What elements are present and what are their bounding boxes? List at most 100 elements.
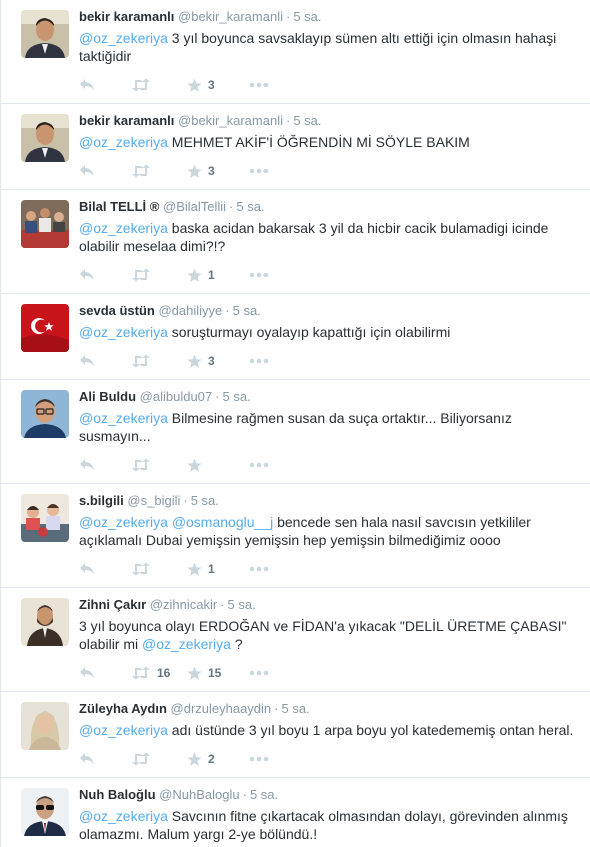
separator-dot: · — [242, 787, 247, 802]
user-handle[interactable]: @bekir_karamanli — [178, 9, 283, 24]
user-handle[interactable]: @zihnicakir — [150, 597, 217, 612]
tweet-header: Nuh Baloğlu @NuhBaloglu · 5 sa. — [79, 787, 578, 803]
user-handle[interactable]: @dahiliyye — [158, 303, 222, 318]
retweet-button[interactable] — [131, 164, 187, 178]
more-button[interactable] — [249, 670, 269, 676]
tweet-header: bekir karamanlı @bekir_karamanli · 5 sa. — [79, 113, 578, 129]
more-button[interactable] — [249, 272, 269, 278]
mention-link[interactable]: @oz_zekeriya — [79, 220, 168, 236]
retweet-icon — [131, 354, 151, 368]
reply-button[interactable] — [79, 562, 131, 576]
user-name[interactable]: s.bilgili — [79, 493, 124, 508]
retweet-button[interactable] — [131, 458, 187, 472]
mention-link[interactable]: @oz_zekeriya — [79, 30, 168, 46]
reply-button[interactable] — [79, 752, 131, 766]
avatar[interactable] — [21, 200, 69, 248]
user-name[interactable]: sevda üstün — [79, 303, 155, 318]
user-name[interactable]: Nuh Baloğlu — [79, 787, 156, 802]
retweet-icon — [131, 164, 151, 178]
mention-link[interactable]: @oz_zekeriya — [79, 514, 168, 530]
user-handle[interactable]: @drzuleyhaaydin — [171, 701, 272, 716]
mention-link[interactable]: @oz_zekeriya — [79, 808, 168, 824]
timestamp[interactable]: 5 sa. — [228, 597, 256, 612]
tweet-header: Züleyha Aydın @drzuleyhaaydin · 5 sa. — [79, 701, 578, 717]
favorite-button[interactable]: 15 — [187, 666, 249, 681]
timestamp[interactable]: 5 sa. — [293, 9, 321, 24]
tweet-header: sevda üstün @dahiliyye · 5 sa. — [79, 303, 578, 319]
retweet-button[interactable] — [131, 268, 187, 282]
avatar[interactable] — [21, 494, 69, 542]
more-button[interactable] — [249, 82, 269, 88]
user-handle[interactable]: @s_bigili — [127, 493, 180, 508]
avatar[interactable] — [21, 10, 69, 58]
user-name[interactable]: bekir karamanlı — [79, 9, 174, 24]
user-handle[interactable]: @bekir_karamanli — [178, 113, 283, 128]
tweet-actions: 16 15 — [79, 655, 578, 691]
retweet-button[interactable] — [131, 354, 187, 368]
more-button[interactable] — [249, 756, 269, 762]
user-name[interactable]: Ali Buldu — [79, 389, 136, 404]
tweet-text: @oz_zekeriya adı üstünde 3 yıl boyu 1 ar… — [79, 721, 578, 739]
tweet-header: bekir karamanlı @bekir_karamanli · 5 sa. — [79, 9, 578, 25]
tweet-text: @oz_zekeriya MEHMET AKİF'İ ÖĞRENDİN Mİ S… — [79, 133, 578, 151]
favorite-button[interactable]: 3 — [187, 164, 249, 179]
more-icon — [249, 358, 269, 364]
mention-link[interactable]: @oz_zekeriya — [79, 134, 168, 150]
favorite-button[interactable]: 2 — [187, 752, 249, 767]
favorite-button[interactable]: 3 — [187, 78, 249, 93]
mention-link[interactable]: @oz_zekeriya — [79, 410, 168, 426]
more-button[interactable] — [249, 358, 269, 364]
reply-button[interactable] — [79, 666, 131, 680]
timestamp[interactable]: 5 sa. — [233, 303, 261, 318]
reply-button[interactable] — [79, 268, 131, 282]
tweet: Ali Buldu @alibuldu07 · 5 sa. @oz_zekeriya… — [1, 380, 590, 484]
star-icon — [187, 268, 202, 283]
tweet: bekir karamanlı @bekir_karamanli · 5 sa. @… — [1, 104, 590, 190]
reply-button[interactable] — [79, 354, 131, 368]
avatar[interactable] — [21, 390, 69, 438]
favorite-button[interactable]: 1 — [187, 562, 249, 577]
favorite-button[interactable]: 1 — [187, 268, 249, 283]
star-icon — [187, 164, 202, 179]
avatar[interactable] — [21, 304, 69, 352]
avatar[interactable] — [21, 788, 69, 836]
reply-icon — [79, 78, 95, 92]
mention-link[interactable]: @oz_zekeriya — [79, 722, 168, 738]
avatar[interactable] — [21, 114, 69, 162]
retweet-button[interactable] — [131, 562, 187, 576]
more-button[interactable] — [249, 566, 269, 572]
mention-link[interactable]: @oz_zekeriya — [142, 636, 231, 652]
favorite-button[interactable] — [187, 458, 249, 473]
user-handle[interactable]: @alibuldu07 — [140, 389, 212, 404]
avatar[interactable] — [21, 702, 69, 750]
retweet-button[interactable] — [131, 752, 187, 766]
user-name[interactable]: Zihni Çakır — [79, 597, 146, 612]
more-button[interactable] — [249, 462, 269, 468]
timestamp[interactable]: 5 sa. — [282, 701, 310, 716]
timestamp[interactable]: 5 sa. — [191, 493, 219, 508]
more-icon — [249, 756, 269, 762]
timestamp[interactable]: 5 sa. — [236, 199, 264, 214]
user-name[interactable]: Bilal TELLİ ® — [79, 199, 159, 214]
user-name[interactable]: Züleyha Aydın — [79, 701, 167, 716]
timestamp[interactable]: 5 sa. — [223, 389, 251, 404]
user-handle[interactable]: @NuhBaloglu — [159, 787, 239, 802]
user-handle[interactable]: @BilalTellii — [163, 199, 226, 214]
mention-link[interactable]: @oz_zekeriya — [79, 324, 168, 340]
retweet-button[interactable] — [131, 78, 187, 92]
timestamp[interactable]: 5 sa. — [293, 113, 321, 128]
separator-dot: · — [229, 199, 234, 214]
reply-button[interactable] — [79, 78, 131, 92]
reply-button[interactable] — [79, 164, 131, 178]
avatar[interactable] — [21, 598, 69, 646]
reply-icon — [79, 458, 95, 472]
retweet-button[interactable]: 16 — [131, 666, 187, 680]
retweet-icon — [131, 458, 151, 472]
mention-link[interactable]: @osmanoglu__j — [172, 514, 273, 530]
timestamp[interactable]: 5 sa. — [250, 787, 278, 802]
user-name[interactable]: bekir karamanlı — [79, 113, 174, 128]
more-button[interactable] — [249, 168, 269, 174]
retweet-icon — [131, 562, 151, 576]
favorite-button[interactable]: 3 — [187, 354, 249, 369]
reply-button[interactable] — [79, 458, 131, 472]
